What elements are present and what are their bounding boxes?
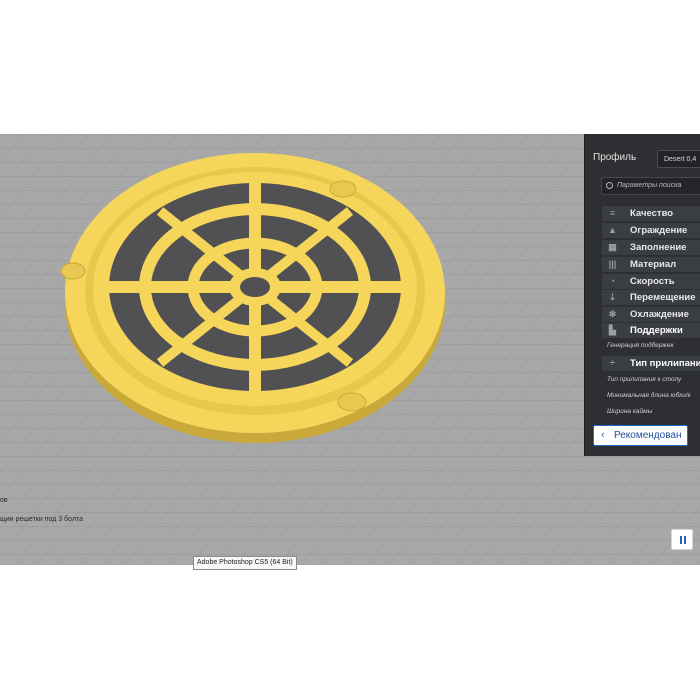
material-icon: ||| [608,259,617,269]
setting-brim-width[interactable]: Ширина каймы [607,408,652,415]
grille-model[interactable] [60,153,445,443]
category-label: Качество [630,208,674,219]
category-label: Ограждение [630,225,688,236]
search-icon [606,181,613,189]
category-travel[interactable]: ⇣ Перемещение [602,290,700,305]
category-support[interactable]: ▙ Поддержки [602,323,700,338]
category-infill[interactable]: ▦ Заполнение [602,240,700,255]
category-cooling[interactable]: ✻ Охлаждение [602,307,700,322]
category-label: Заполнение [630,242,687,253]
category-label: Скорость [630,276,675,287]
chevron-left-icon: ‹ [601,429,605,441]
search-placeholder: Параметры поиска [616,182,682,189]
print-settings-panel: Профиль Desert 0,4 Параметры поиска ≡ Ка… [584,134,700,456]
category-label: Перемещение [630,292,696,303]
setting-support-generation[interactable]: Генерация поддержек [607,342,674,349]
profile-label: Профиль [593,152,637,163]
category-shell[interactable]: ▲ Ограждение [602,223,700,238]
category-label: Охлаждение [630,309,689,320]
quality-icon: ≡ [609,208,616,218]
category-quality[interactable]: ≡ Качество [602,206,700,221]
object-info-line-1: ов [0,497,8,504]
category-speed[interactable]: ◔ Скорость [602,274,700,289]
category-adhesion[interactable]: ÷ Тип прилипания [602,356,700,371]
recommended-button[interactable]: ‹ Рекомендован [593,425,688,446]
cooling-icon: ✻ [608,309,617,319]
setting-min-skirt-length[interactable]: Минимальная длина юбки/к [607,392,691,399]
pause-button[interactable] [671,529,693,550]
profile-dropdown[interactable]: Desert 0,4 [657,150,700,168]
pause-icon [680,536,682,544]
category-label: Материал [630,259,677,270]
recommended-button-label: Рекомендован [614,430,682,441]
category-label: Тип прилипания [630,358,700,369]
pause-icon-bar [684,536,686,544]
category-material[interactable]: ||| Материал [602,257,700,272]
infill-icon: ▦ [608,242,617,252]
taskbar-tooltip: Adobe Photoshop CS5 (64 Bit) [193,556,297,570]
support-icon: ▙ [609,325,616,335]
object-info-line-2: щии решетки под 3 болта [0,516,83,523]
category-label: Поддержки [630,325,683,336]
setting-adhesion-type[interactable]: Тип прилипания к столу [607,376,681,383]
settings-search-input[interactable]: Параметры поиска [601,177,700,195]
travel-icon: ⇣ [608,292,617,302]
adhesion-icon: ÷ [610,358,615,368]
speed-icon: ◔ [609,276,616,286]
shell-icon: ▲ [608,225,617,235]
